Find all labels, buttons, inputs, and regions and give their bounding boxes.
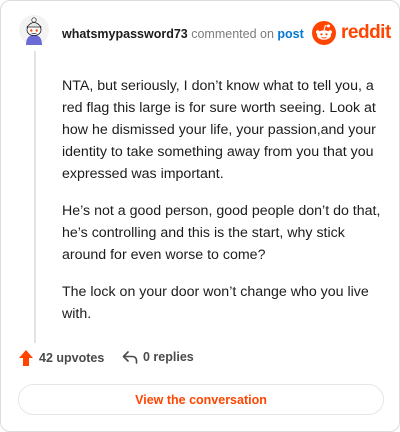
reddit-logo[interactable]: reddit <box>312 21 391 45</box>
view-conversation-button[interactable]: View the conversation <box>18 384 384 415</box>
reddit-wordmark: reddit <box>341 22 391 43</box>
reply-label: 0 replies <box>143 350 194 364</box>
reply-count[interactable]: 0 replies <box>122 350 194 364</box>
upvote-count[interactable]: 42 upvotes <box>19 350 104 366</box>
username[interactable]: whatsmypassword73 <box>62 27 188 41</box>
thread-line <box>34 51 36 343</box>
reply-arrow-icon <box>122 351 138 364</box>
reddit-snoo-icon <box>312 21 336 45</box>
comment-body: NTA, but seriously, I don’t know what to… <box>62 75 387 340</box>
post-link[interactable]: post <box>277 27 303 41</box>
comment-paragraph: He’s not a good person, good people don’… <box>62 203 381 263</box>
comment-paragraph: The lock on your door won’t change who y… <box>62 284 369 322</box>
upvote-label: 42 upvotes <box>39 351 105 365</box>
commented-on-text: commented on <box>191 27 274 41</box>
upvote-arrow-icon <box>19 350 33 366</box>
comment-paragraph: NTA, but seriously, I don’t know what to… <box>62 78 376 182</box>
comment-card: whatsmypassword73 commented on post redd… <box>0 0 400 432</box>
comment-header: whatsmypassword73 commented on post <box>62 26 304 42</box>
user-avatar-icon[interactable] <box>19 15 49 45</box>
